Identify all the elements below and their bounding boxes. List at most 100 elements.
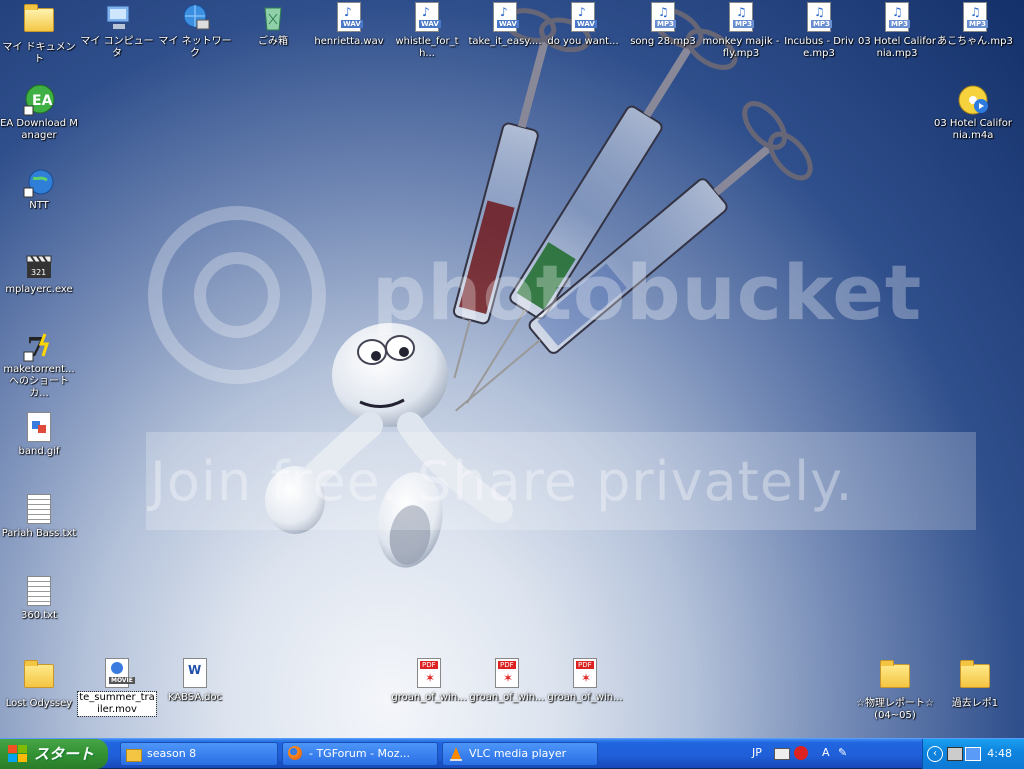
icon-label: henrietta.wav xyxy=(314,36,384,47)
folder-icon xyxy=(960,660,990,688)
icon-label: Incubus - Drive.mp3 xyxy=(784,36,854,59)
icon-label: mplayerc.exe xyxy=(5,284,73,295)
mp3-file-icon: ♫ MP3 xyxy=(651,2,676,32)
desktop-icon-song28[interactable]: ♫ MP3 song 28.mp3 xyxy=(624,2,702,48)
desktop-icon-band-gif[interactable]: band.gif xyxy=(0,412,78,458)
svg-text:EA: EA xyxy=(32,93,53,109)
mp3-file-icon: ♫ MP3 xyxy=(729,2,754,32)
desktop-icon-maketorrent[interactable]: 7 maketorrent... へのショートカ... xyxy=(0,330,78,400)
icon-label: take_it_easy.... xyxy=(468,36,542,47)
wav-file-icon: ♪ WAV xyxy=(493,2,519,32)
icon-label: ごみ箱 xyxy=(258,36,288,47)
desktop-icon-groan3[interactable]: PDF ✶ groan_of_win... xyxy=(546,658,624,704)
icon-label: ☆物理レポート☆(04~05) xyxy=(856,698,934,721)
windows-flag-icon xyxy=(8,745,27,762)
ea-logo-icon: EA xyxy=(23,84,55,116)
desktop-icon-akochan[interactable]: ♫ MP3 あこちゃん.mp3 xyxy=(936,2,1014,48)
taskbar-button-label: - TGForum - Moz... xyxy=(309,747,411,760)
mp3-file-icon: ♫ MP3 xyxy=(963,2,988,32)
wav-file-icon: ♪ WAV xyxy=(337,2,363,32)
icon-label: band.gif xyxy=(18,446,60,457)
desktop-icon-mplayerc[interactable]: 321 mplayerc.exe xyxy=(0,250,78,296)
itunes-disc-icon xyxy=(958,85,988,115)
icon-label: KABSA.doc xyxy=(167,692,223,703)
icon-label: te_summer_trailer.mov xyxy=(77,691,157,717)
pdf-file-icon: PDF ✶ xyxy=(417,658,441,688)
watermark-tagline: Join free. Share privately. xyxy=(150,450,854,513)
desktop-icon-hotel-california-mp3[interactable]: ♫ MP3 03 Hotel California.mp3 xyxy=(858,2,936,60)
desktop-icon-ntt[interactable]: NTT xyxy=(0,166,78,212)
clock[interactable]: 4:48 xyxy=(987,739,1012,769)
folder-icon xyxy=(24,4,54,32)
mp3-file-icon: ♫ MP3 xyxy=(885,2,910,32)
taskbar: スタート season 8 - TGForum - Moz... VLC med… xyxy=(0,738,1024,769)
start-button[interactable]: スタート xyxy=(0,739,108,769)
desktop-icon-groan2[interactable]: PDF ✶ groan_of_win... xyxy=(468,658,546,704)
icon-label: マイ ネットワーク xyxy=(158,36,232,59)
icon-label: whistle_for_th... xyxy=(395,36,459,59)
computer-icon xyxy=(106,5,130,29)
watermark-brand: photobucket xyxy=(372,248,923,337)
icon-label: 過去レポ1 xyxy=(951,698,999,709)
display-tray-icon[interactable] xyxy=(965,747,981,761)
desktop-icon-do-you-want[interactable]: ♪ WAV do you want... xyxy=(544,2,622,48)
icon-label: do you want... xyxy=(547,36,619,47)
vlc-cone-icon xyxy=(448,746,464,762)
icon-label: groan_of_win... xyxy=(391,692,467,703)
word-doc-icon: W xyxy=(183,658,207,688)
desktop-icon-my-documents[interactable]: マイ ドキュメント xyxy=(0,2,78,66)
wav-file-icon: ♪ WAV xyxy=(571,2,597,32)
language-bar[interactable]: JP A ✎ xyxy=(748,742,898,766)
taskbar-button-vlc[interactable]: VLC media player xyxy=(442,742,598,766)
icon-label: monkey majik - fly.mp3 xyxy=(702,36,780,59)
desktop-icon-take-it-easy[interactable]: ♪ WAV take_it_easy.... xyxy=(466,2,544,48)
torrent-seven-icon: 7 xyxy=(23,333,50,363)
icon-label: NTT xyxy=(29,200,49,211)
desktop-icon-my-computer[interactable]: マイ コンピュータ xyxy=(78,2,156,60)
icon-label: あこちゃん.mp3 xyxy=(937,36,1013,47)
ime-tool-icon[interactable]: ✎ xyxy=(838,746,847,759)
start-label: スタート xyxy=(34,745,95,763)
clapperboard-icon: 321 xyxy=(26,255,52,278)
desktop-icon-te-summer[interactable]: MOVIE te_summer_trailer.mov xyxy=(77,658,157,717)
desktop[interactable]: photobucket Join free. Share privately. … xyxy=(0,0,1024,738)
desktop-icon-incubus[interactable]: ♫ MP3 Incubus - Drive.mp3 xyxy=(780,2,858,60)
icon-label: Lost Odyssey xyxy=(5,698,73,709)
desktop-icon-lost-odyssey[interactable]: Lost Odyssey xyxy=(0,658,78,710)
desktop-icon-my-network[interactable]: マイ ネットワーク xyxy=(156,2,234,60)
keyboard-icon[interactable] xyxy=(774,748,790,760)
icon-label: groan_of_win... xyxy=(547,692,623,703)
svg-text:321: 321 xyxy=(31,268,46,277)
desktop-icon-360[interactable]: 360.txt xyxy=(0,576,78,622)
desktop-icon-physics-report[interactable]: ☆物理レポート☆(04~05) xyxy=(856,658,934,722)
icon-label: 03 Hotel California.m4a xyxy=(934,118,1012,141)
icon-label: 03 Hotel California.mp3 xyxy=(858,36,936,59)
desktop-icon-henrietta[interactable]: ♪ WAV henrietta.wav xyxy=(310,2,388,48)
taskbar-button-label: season 8 xyxy=(147,747,197,760)
desktop-icon-past-report[interactable]: 過去レポ1 xyxy=(936,658,1014,710)
desktop-icon-whistle[interactable]: ♪ WAV whistle_for_th... xyxy=(388,2,466,60)
language-indicator[interactable]: JP xyxy=(752,746,762,759)
network-tray-icon[interactable] xyxy=(947,747,963,761)
desktop-icon-hotel-california-m4a[interactable]: 03 Hotel California.m4a xyxy=(934,84,1012,142)
taskbar-button-firefox[interactable]: - TGForum - Moz... xyxy=(282,742,438,766)
desktop-icon-kabsa[interactable]: W KABSA.doc xyxy=(156,658,234,704)
desktop-icon-monkey-majik[interactable]: ♫ MP3 monkey majik - fly.mp3 xyxy=(702,2,780,60)
desktop-icon-ea-download[interactable]: EA EA Download Manager xyxy=(0,84,78,142)
gif-file-icon xyxy=(27,412,51,442)
tray-expand-icon[interactable]: ‹ xyxy=(927,746,943,762)
desktop-icon-groan1[interactable]: PDF ✶ groan_of_win... xyxy=(390,658,468,704)
desktop-icon-recycle-bin[interactable]: ごみ箱 xyxy=(234,2,312,48)
ime-mode[interactable]: A xyxy=(822,746,830,759)
icon-label: マイ コンピュータ xyxy=(80,36,154,59)
wallpaper-art xyxy=(265,7,813,568)
taskbar-button-season8[interactable]: season 8 xyxy=(120,742,278,766)
mp3-file-icon: ♫ MP3 xyxy=(807,2,832,32)
desktop-icon-pariah-bass[interactable]: Pariah Bass.txt xyxy=(0,494,78,540)
ime-icon[interactable] xyxy=(794,746,808,760)
icon-label: EA Download Manager xyxy=(0,118,78,141)
folder-icon xyxy=(24,660,54,688)
wav-file-icon: ♪ WAV xyxy=(415,2,441,32)
network-icon xyxy=(183,4,210,30)
icon-label: maketorrent... へのショートカ... xyxy=(3,364,75,399)
